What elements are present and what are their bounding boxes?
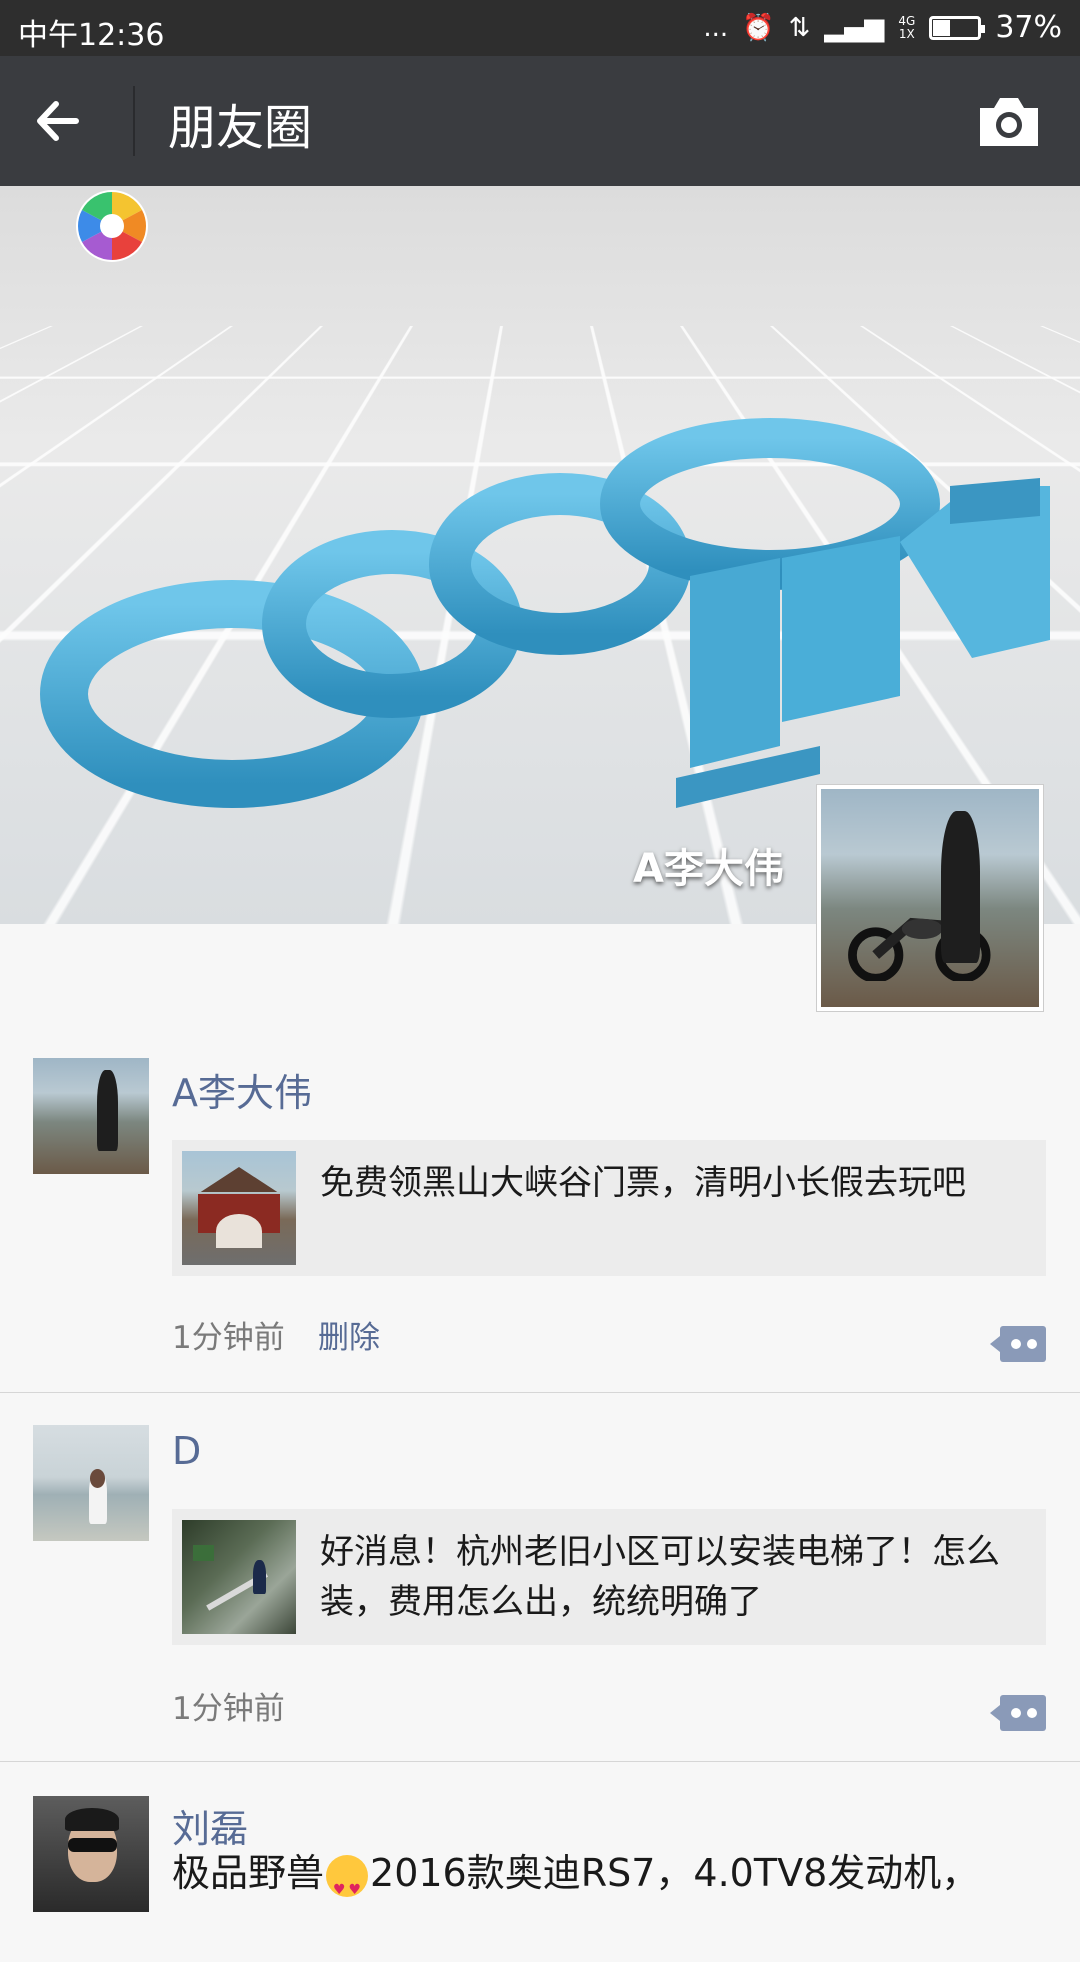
hair-shape <box>89 1469 105 1488</box>
profile-avatar-photo <box>821 789 1039 1007</box>
delete-link[interactable]: 删除 <box>318 1312 380 1357</box>
battery-fill <box>933 19 951 36</box>
post-author-name[interactable]: D <box>172 1429 201 1473</box>
post-avatar[interactable] <box>33 1058 149 1174</box>
shutter-icon <box>76 190 148 262</box>
sunglasses-shape <box>67 1837 117 1852</box>
moments-feed: A李大伟 免费领黑山大峡谷门票，清明小长假去玩吧 1分钟前 删除 D 好消息！杭… <box>0 1040 1080 1962</box>
post-text: 极品野兽 2016款奥迪RS7，4.0TV8发动机， <box>172 1846 1072 1917</box>
alarm-icon: ⏰ <box>742 12 775 43</box>
more-dots-icon: ... <box>703 12 729 43</box>
comment-icon[interactable] <box>988 1324 1046 1364</box>
heart-eyes-emoji-icon <box>326 1854 369 1917</box>
post-author-name[interactable]: A李大伟 <box>172 1062 312 1117</box>
link-thumbnail <box>182 1151 296 1265</box>
post-text-before-emoji: 极品野兽 <box>172 1851 325 1895</box>
post-text-after-emoji: 2016款奥迪RS7，4.0TV8发动机， <box>370 1851 980 1895</box>
profile-avatar[interactable] <box>816 784 1044 1012</box>
camera-icon <box>980 98 1038 146</box>
post-time: 1分钟前 <box>172 1320 285 1356</box>
nav-bar: 朋友圈 <box>0 56 1080 186</box>
page-title: 朋友圈 <box>168 100 313 156</box>
gate-arch-shape <box>216 1213 262 1248</box>
battery-percent: 37% <box>995 10 1062 45</box>
network-type: 4G 1X <box>898 13 916 41</box>
feed-post: 刘磊 极品野兽 2016款奥迪RS7，4.0TV8发动机， <box>0 1762 1080 1962</box>
post-author-name[interactable]: 刘磊 <box>172 1798 248 1853</box>
data-transfer-icon: ⇅ <box>788 12 811 43</box>
feed-post: A李大伟 免费领黑山大峡谷门票，清明小长假去玩吧 1分钟前 删除 <box>0 1040 1080 1393</box>
link-title: 好消息！杭州老旧小区可以安装电梯了！怎么装，费用怎么出，统统明确了 <box>320 1532 1000 1622</box>
post-time: 1分钟前 <box>172 1691 285 1727</box>
post-avatar[interactable] <box>33 1796 149 1912</box>
status-bar: 中午12:36 ... ⏰ ⇅ ▂▄▆ 4G 1X 37% <box>0 0 1080 56</box>
battery-icon <box>929 15 986 40</box>
link-thumbnail <box>182 1520 296 1634</box>
back-arrow-icon <box>37 101 79 141</box>
shared-link-card[interactable]: 免费领黑山大峡谷门票，清明小长假去玩吧 <box>172 1140 1046 1276</box>
sign-shape <box>193 1545 214 1562</box>
cover-owner-name: A李大伟 <box>633 846 784 892</box>
nav-divider <box>133 86 135 156</box>
hair-shape <box>65 1807 119 1831</box>
link-title: 免费领黑山大峡谷门票，清明小长假去玩吧 <box>320 1163 966 1203</box>
camera-button[interactable] <box>974 92 1044 152</box>
signal-icon: ▂▄▆ <box>824 12 885 43</box>
rider-shape <box>940 810 981 964</box>
feed-post: D 好消息！杭州老旧小区可以安装电梯了！怎么装，费用怎么出，统统明确了 1分钟前 <box>0 1393 1080 1762</box>
post-avatar[interactable] <box>33 1425 149 1541</box>
person-shape <box>252 1559 267 1595</box>
back-button[interactable] <box>30 86 110 156</box>
gate-roof-shape <box>200 1166 278 1193</box>
comment-icon[interactable] <box>988 1693 1046 1733</box>
status-time: 中午12:36 <box>18 18 165 53</box>
status-icons: ... ⏰ ⇅ ▂▄▆ 4G 1X 37% <box>703 10 1062 45</box>
shared-link-card[interactable]: 好消息！杭州老旧小区可以安装电梯了！怎么装，费用怎么出，统统明确了 <box>172 1509 1046 1645</box>
rider-shape <box>96 1069 118 1151</box>
